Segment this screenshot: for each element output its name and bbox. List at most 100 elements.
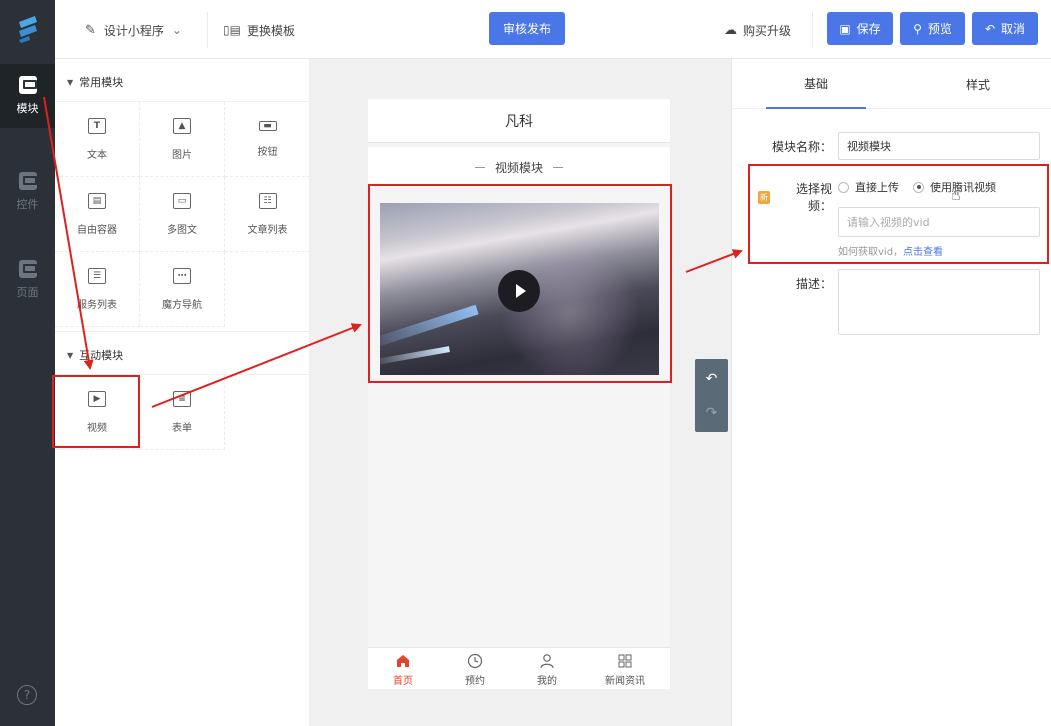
undo-icon: ↶ xyxy=(984,21,996,36)
tab-style[interactable]: 样式 xyxy=(928,59,1028,109)
redo-icon: ↷ xyxy=(705,405,718,421)
save-button[interactable]: ▣ 保存 xyxy=(827,12,893,45)
interactive-modules-header[interactable]: ▼ 互动模块 xyxy=(67,347,123,363)
phone-title: 凡科 xyxy=(368,99,670,143)
upgrade-button[interactable]: ☁ 购买升级 xyxy=(724,19,791,41)
tab-news[interactable]: 新闻资讯 xyxy=(590,652,660,688)
divider xyxy=(553,166,563,168)
edit-icon: ✎ xyxy=(85,22,96,38)
select-video-label: 新 选择视频： xyxy=(758,180,832,214)
property-panel: 基础 样式 模块名称： 视频模块 新 选择视频： 直接上传 使用腾讯视频 ☝ 请… xyxy=(731,59,1051,726)
multi-image-text-icon: ▭ xyxy=(173,192,191,209)
top-bar: ✎ 设计小程序 ⌄ ▯▤ 更换模板 审核发布 ☁ 购买升级 ▣ 保存 ⚲ 预览 … xyxy=(55,0,1051,59)
tab-home[interactable]: 首页 xyxy=(368,652,438,688)
cloud-upload-icon: ☁ xyxy=(724,22,737,38)
tab-label: 新闻资讯 xyxy=(605,676,645,687)
template-icon: ▯▤ xyxy=(223,23,241,37)
radio-direct-upload[interactable]: 直接上传 xyxy=(838,179,899,195)
preview-label: 预览 xyxy=(927,22,952,36)
app-logo xyxy=(0,0,55,58)
hint-link[interactable]: 点击查看 xyxy=(903,247,943,258)
light-beam xyxy=(380,304,479,352)
redo-button[interactable]: ↷ xyxy=(695,395,728,431)
tab-label: 我的 xyxy=(537,676,557,687)
interactive-modules-grid: ▶ 视频 ≡ 表单 xyxy=(55,374,310,450)
button-icon: ▬ xyxy=(258,120,277,131)
publish-button[interactable]: 审核发布 xyxy=(489,12,565,45)
divider xyxy=(207,12,208,48)
tab-label: 首页 xyxy=(393,676,413,687)
search-icon: ⚲ xyxy=(913,21,922,36)
tab-label: 预约 xyxy=(465,676,485,687)
module-image[interactable]: ▲ 图片 xyxy=(140,102,225,177)
select-video-text: 选择视频： xyxy=(795,182,832,213)
new-badge: 新 xyxy=(758,190,770,204)
module-video[interactable]: ▶ 视频 xyxy=(55,375,140,450)
section-title: 互动模块 xyxy=(79,349,124,362)
radio-label: 使用腾讯视频 xyxy=(930,181,996,194)
chevron-down-icon: ⌄ xyxy=(171,23,182,37)
modules-panel: ▼ 常用模块 T 文本 ▲ 图片 ▬ 按钮 ▤ 自由容器 ▭ 多图文 ☷ 文章列… xyxy=(55,59,310,726)
vid-input[interactable]: 请输入视频的vid xyxy=(838,207,1040,237)
module-label: 表单 xyxy=(172,422,192,434)
module-name-input[interactable]: 视频模块 xyxy=(838,132,1040,160)
container-icon: ▤ xyxy=(88,192,106,209)
publish-label: 审核发布 xyxy=(502,22,551,36)
module-form[interactable]: ≡ 表单 xyxy=(140,375,225,450)
play-icon[interactable] xyxy=(498,270,540,312)
description-textarea[interactable] xyxy=(838,269,1040,335)
bottom-tab-bar: 首页 预约 我的 新闻资讯 xyxy=(368,647,670,689)
video-player[interactable] xyxy=(380,203,659,375)
cube-nav-icon: ⋯ xyxy=(173,267,191,284)
phone-preview: 凡科 视频模块 首页 预约 我的 新闻资讯 xyxy=(368,99,670,689)
clock-icon xyxy=(467,653,483,669)
module-cube-nav[interactable]: ⋯ 魔方导航 xyxy=(140,252,225,327)
tab-mine[interactable]: 我的 xyxy=(512,652,582,688)
widget-icon xyxy=(18,172,37,190)
form-icon: ≡ xyxy=(173,390,191,407)
common-modules-grid: T 文本 ▲ 图片 ▬ 按钮 ▤ 自由容器 ▭ 多图文 ☷ 文章列表 ☰ 服务列… xyxy=(55,101,310,329)
save-label: 保存 xyxy=(856,22,881,36)
module-button[interactable]: ▬ 按钮 xyxy=(225,102,310,177)
rail-item-pages[interactable]: 页面 xyxy=(0,248,55,312)
video-icon: ▶ xyxy=(88,390,106,407)
light-beam xyxy=(380,346,450,366)
help-button[interactable]: ? xyxy=(17,685,37,705)
save-icon: ▣ xyxy=(839,21,851,36)
page-icon xyxy=(18,260,37,278)
vid-hint: 如何获取vid，点击查看 xyxy=(838,243,943,258)
left-rail: 模块 控件 页面 ? xyxy=(0,0,55,726)
module-icon xyxy=(18,76,37,94)
video-module-title[interactable]: 视频模块 xyxy=(368,147,670,187)
undo-redo-toolbar: ↶ ↷ xyxy=(695,359,728,432)
module-article-list[interactable]: ☷ 文章列表 xyxy=(225,177,310,252)
cancel-label: 取消 xyxy=(1001,22,1026,36)
radio-icon xyxy=(838,181,849,193)
rail-item-modules[interactable]: 模块 xyxy=(0,64,55,128)
property-tabs: 基础 样式 xyxy=(732,59,1051,109)
module-container[interactable]: ▤ 自由容器 xyxy=(55,177,140,252)
hand-cursor-icon: ☝ xyxy=(951,185,961,204)
module-text[interactable]: T 文本 xyxy=(55,102,140,177)
text-icon: T xyxy=(88,117,106,134)
grid-icon xyxy=(618,654,632,668)
change-template-button[interactable]: ▯▤ 更换模板 xyxy=(223,19,295,41)
user-icon xyxy=(540,654,554,669)
cancel-button[interactable]: ↶ 取消 xyxy=(972,12,1038,45)
design-miniapp-dropdown[interactable]: ✎ 设计小程序 ⌄ xyxy=(85,19,182,41)
module-service-list[interactable]: ☰ 服务列表 xyxy=(55,252,140,327)
module-label: 文章列表 xyxy=(247,224,288,236)
preview-button[interactable]: ⚲ 预览 xyxy=(900,12,965,45)
section-title: 常用模块 xyxy=(79,76,124,89)
module-multi-image-text[interactable]: ▭ 多图文 xyxy=(140,177,225,252)
logo-icon xyxy=(18,16,37,43)
service-list-icon: ☰ xyxy=(88,267,106,284)
tab-basic[interactable]: 基础 xyxy=(766,59,866,109)
module-label: 文本 xyxy=(87,149,107,161)
tab-booking[interactable]: 预约 xyxy=(440,652,510,688)
common-modules-header[interactable]: ▼ 常用模块 xyxy=(67,74,123,90)
rail-item-widgets[interactable]: 控件 xyxy=(0,160,55,224)
caret-down-icon: ▼ xyxy=(67,77,74,87)
undo-button[interactable]: ↶ xyxy=(695,361,728,397)
radio-checked-icon xyxy=(913,181,924,193)
